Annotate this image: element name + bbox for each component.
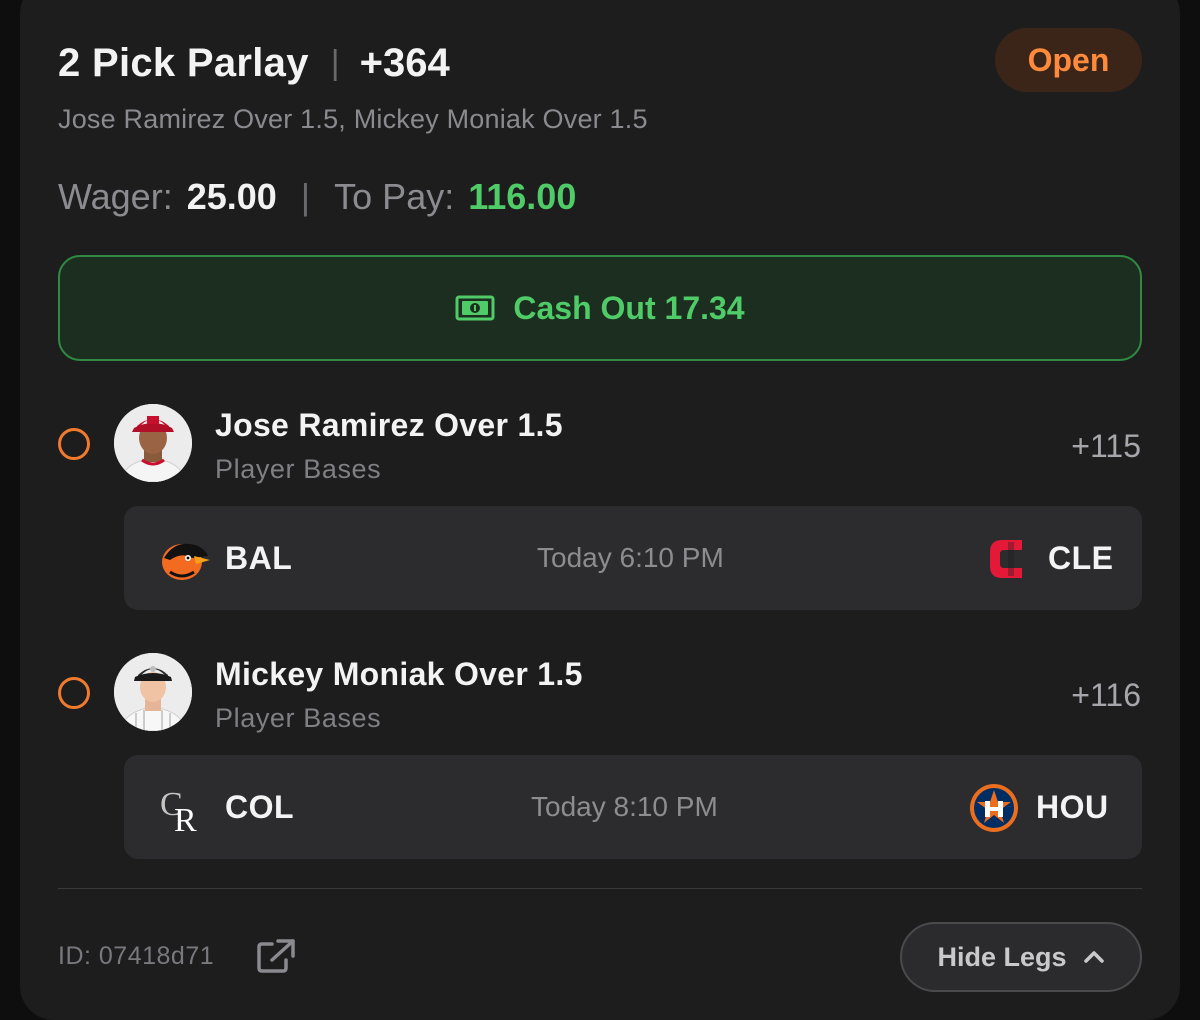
leg-1-game[interactable]: BAL Today 6:10 PM CLE — [124, 506, 1142, 610]
leg-1-home-team: CLE — [1048, 540, 1114, 576]
leg-2-game-time: Today 8:10 PM — [531, 791, 718, 822]
player-headshot-icon — [114, 404, 192, 482]
leg-1-away-team: BAL — [225, 540, 293, 576]
leg-1-market: Player Bases — [215, 454, 382, 484]
leg-2-odds: +116 — [1071, 677, 1141, 713]
hide-legs-button[interactable]: Hide Legs — [900, 922, 1142, 992]
topay-label: To Pay: — [334, 176, 455, 217]
wager-value: 25.00 — [186, 176, 277, 217]
leg-2-game[interactable]: C R COL Today 8:10 PM HOU — [124, 755, 1142, 859]
title-separator: | — [330, 43, 340, 82]
leg-2-player-avatar — [114, 653, 192, 731]
leg-1-title: Jose Ramirez Over 1.5 — [215, 407, 563, 443]
svg-text:R: R — [174, 802, 197, 835]
orioles-logo-icon — [162, 543, 210, 580]
guardians-logo-icon — [990, 540, 1022, 578]
bet-id: ID: 07418d71 — [58, 942, 215, 970]
leg-2-away-team: COL — [225, 789, 295, 825]
leg-1-game-time: Today 6:10 PM — [537, 542, 724, 573]
title-row: 2 Pick Parlay | +364 — [58, 38, 450, 88]
cash-out-label: Cash Out 17.34 — [513, 289, 745, 326]
wager-separator: | — [300, 176, 311, 217]
leg-2-home-team: HOU — [1036, 789, 1109, 825]
parlay-subtitle: Jose Ramirez Over 1.5, Mickey Moniak Ove… — [58, 104, 648, 134]
topay-value: 116.00 — [468, 176, 577, 217]
chevron-up-icon — [1083, 951, 1104, 963]
cash-out-button[interactable]: Cash Out 17.34 — [58, 255, 1142, 361]
leg-2-radio[interactable] — [58, 677, 90, 709]
astros-logo-icon — [970, 784, 1018, 832]
leg-1-odds: +115 — [1071, 428, 1141, 464]
wager-label: Wager: — [58, 176, 173, 217]
rockies-logo-icon: C R — [160, 786, 197, 835]
share-icon[interactable] — [256, 938, 296, 974]
player-headshot-icon — [114, 653, 192, 731]
status-badge: Open — [995, 28, 1142, 92]
leg-2-market: Player Bases — [215, 703, 382, 733]
wager-row: Wager: 25.00 | To Pay: 116.00 — [58, 172, 576, 222]
footer-divider — [58, 888, 1142, 889]
parlay-odds: +364 — [359, 40, 450, 85]
hide-legs-label: Hide Legs — [937, 941, 1067, 972]
leg-1-radio[interactable] — [58, 428, 90, 460]
cash-icon — [455, 295, 495, 321]
leg-2-title: Mickey Moniak Over 1.5 — [215, 656, 583, 692]
parlay-title: 2 Pick Parlay — [58, 40, 309, 85]
leg-1-player-avatar — [114, 404, 192, 482]
